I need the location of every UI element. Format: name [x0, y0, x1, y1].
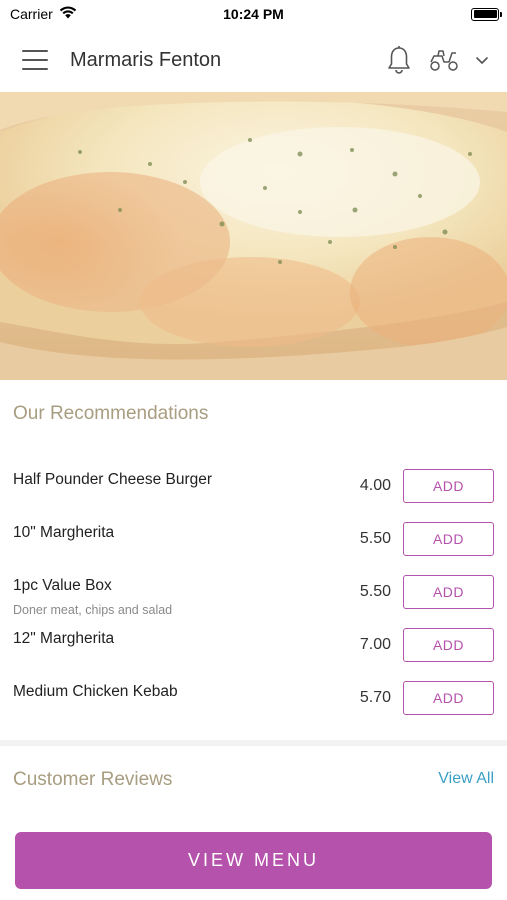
item-price: 5.50 [359, 583, 391, 600]
add-button[interactable]: ADD [403, 681, 494, 715]
item-name: Half Pounder Cheese Burger [13, 471, 213, 488]
add-button[interactable]: ADD [403, 575, 494, 609]
item-price: 5.50 [359, 530, 391, 547]
add-button[interactable]: ADD [403, 628, 494, 662]
item-name: Medium Chicken Kebab [13, 683, 178, 700]
reviews-title: Customer Reviews [13, 769, 173, 790]
list-item: 12" Margherita 7.00 ADD [0, 618, 507, 671]
item-description: Doner meat, chips and salad [13, 603, 173, 617]
section-divider [0, 740, 507, 746]
add-button[interactable]: ADD [403, 522, 494, 556]
view-all-reviews-link[interactable]: View All [438, 770, 494, 788]
carrier-label: Carrier [10, 6, 53, 22]
nav-actions [381, 42, 493, 78]
item-name: 1pc Value Box [13, 577, 112, 594]
list-item: 10" Margherita 5.50 ADD [0, 512, 507, 565]
hamburger-menu-icon[interactable] [22, 50, 48, 70]
list-item: Half Pounder Cheese Burger 4.00 ADD [0, 459, 507, 512]
item-name: 12" Margherita [13, 630, 115, 647]
list-item: 1pc Value Box Doner meat, chips and sala… [0, 565, 507, 618]
hero-food-image [0, 92, 507, 380]
item-price: 4.00 [359, 477, 391, 494]
battery-icon [471, 7, 502, 21]
status-bar: Carrier 10:24 PM [0, 0, 507, 28]
list-item: Medium Chicken Kebab 5.70 ADD [0, 671, 507, 724]
chevron-down-icon[interactable] [471, 42, 493, 78]
wifi-icon [59, 6, 77, 22]
recommendations-title: Our Recommendations [13, 403, 209, 424]
bell-icon[interactable] [381, 42, 417, 78]
delivery-scooter-icon[interactable] [423, 42, 465, 78]
restaurant-title: Marmaris Fenton [70, 48, 222, 71]
recommendations-list: Half Pounder Cheese Burger 4.00 ADD 10" … [0, 459, 507, 724]
item-price: 7.00 [359, 636, 391, 653]
item-name: 10" Margherita [13, 524, 115, 541]
add-button[interactable]: ADD [403, 469, 494, 503]
nav-bar: Marmaris Fenton [0, 28, 507, 92]
view-menu-button[interactable]: VIEW MENU [15, 832, 492, 889]
status-left: Carrier [10, 6, 77, 22]
item-price: 5.70 [359, 689, 391, 706]
